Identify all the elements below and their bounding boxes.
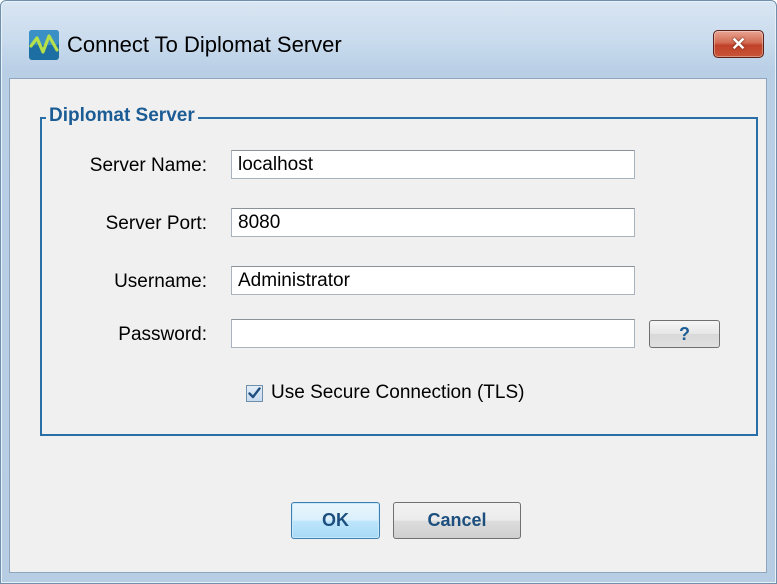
password-label: Password:: [118, 324, 207, 345]
ok-button[interactable]: OK: [291, 502, 380, 539]
server-name-input[interactable]: [231, 150, 635, 179]
tls-label: Use Secure Connection (TLS): [271, 382, 525, 403]
password-help-button[interactable]: ?: [649, 320, 720, 348]
password-input[interactable]: [231, 319, 635, 348]
connect-dialog: Connect To Diplomat Server ✕ Diplomat Se…: [0, 0, 777, 584]
server-port-input[interactable]: [231, 208, 635, 237]
diplomat-app-icon: [29, 30, 59, 60]
window-title: Connect To Diplomat Server: [67, 32, 342, 57]
dialog-body: Diplomat Server Server Name: Server Port…: [9, 78, 767, 573]
tls-checkbox[interactable]: [246, 384, 263, 402]
tls-option[interactable]: Use Secure Connection (TLS): [246, 382, 524, 404]
username-input[interactable]: [231, 266, 635, 295]
cancel-button[interactable]: Cancel: [393, 502, 521, 539]
close-icon: ✕: [730, 34, 747, 54]
title-bar[interactable]: Connect To Diplomat Server ✕: [1, 1, 776, 79]
close-button[interactable]: ✕: [713, 30, 764, 58]
server-name-label: Server Name:: [89, 155, 207, 176]
server-port-label: Server Port:: [105, 213, 207, 234]
group-title: Diplomat Server: [46, 105, 198, 127]
checkmark-icon: [248, 387, 261, 399]
username-label: Username:: [114, 271, 207, 292]
